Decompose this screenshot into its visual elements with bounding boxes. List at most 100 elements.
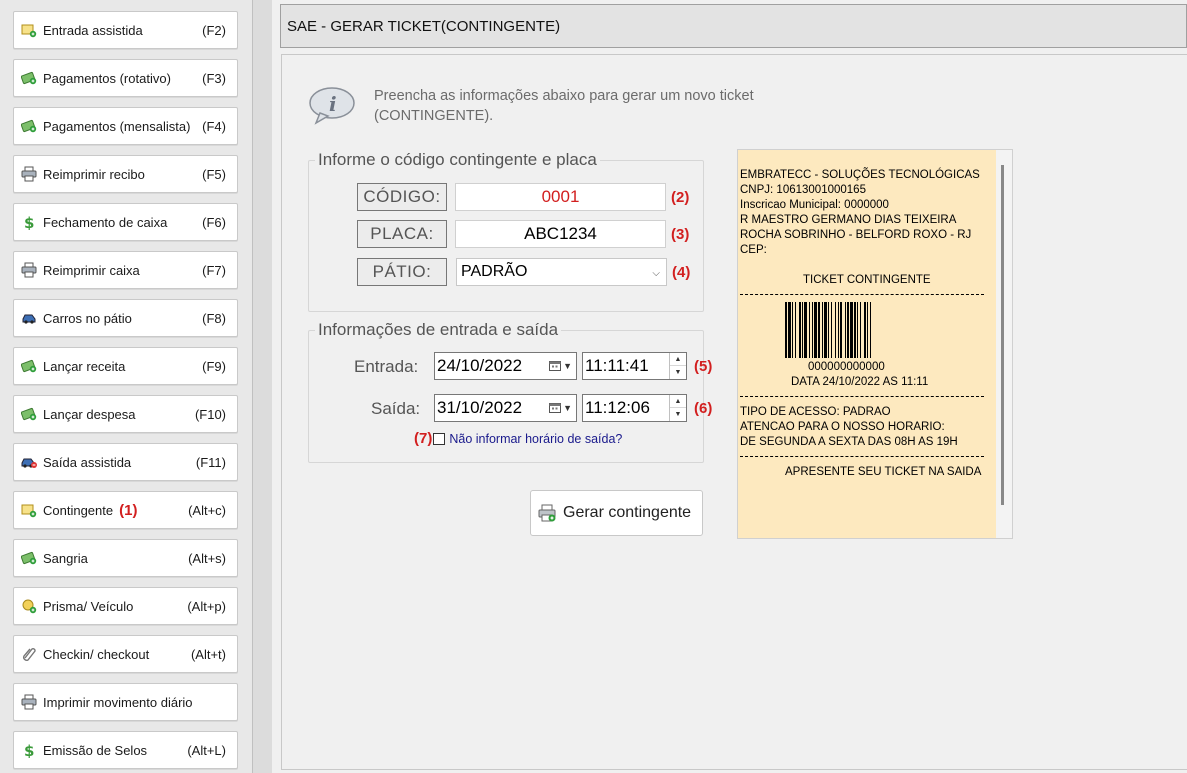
sidebar-item-lancar-despesa[interactable]: Lançar despesa (F10) bbox=[13, 395, 238, 433]
patio-label: PÁTIO: bbox=[357, 258, 447, 286]
sidebar-item-label: Reimprimir caixa bbox=[43, 262, 140, 278]
sidebar-item-label: Fechamento de caixa bbox=[43, 214, 168, 230]
calendar-icon[interactable]: ▼ bbox=[549, 360, 572, 371]
spin-down-icon[interactable]: ▼ bbox=[670, 408, 686, 421]
sidebar-item-entrada-assistida[interactable]: Entrada assistida (F2) bbox=[13, 11, 238, 49]
chevron-down-icon: ⌵ bbox=[652, 268, 660, 279]
sidebar-item-label: Prisma/ Veículo bbox=[43, 598, 134, 614]
dollar-icon: $ bbox=[21, 742, 37, 758]
entrada-time-input[interactable]: 11:11:41 ▲ ▼ bbox=[582, 352, 687, 380]
money-icon bbox=[21, 358, 37, 374]
sidebar-item-label: Lançar receita bbox=[43, 358, 126, 374]
generate-contingent-label: Gerar contingente bbox=[563, 504, 692, 521]
sidebar-item-emissao-de-selos[interactable]: $ Emissão de Selos (Alt+L) bbox=[13, 731, 238, 769]
placa-label: PLACA: bbox=[357, 220, 447, 248]
saida-label: Saída: bbox=[371, 399, 421, 418]
codigo-group-legend: Informe o código contingente e placa bbox=[318, 150, 597, 169]
sidebar-item-carros-no-patio[interactable]: Carros no pátio (F8) bbox=[13, 299, 238, 337]
ticket-in-icon bbox=[21, 22, 37, 38]
sidebar-item-reimprimir-recibo[interactable]: Reimprimir recibo (F5) bbox=[13, 155, 238, 193]
sidebar-item-shortcut: (F7) bbox=[202, 262, 226, 278]
no-exit-time-checkbox[interactable] bbox=[433, 432, 446, 445]
generate-contingent-button[interactable]: Gerar contingente bbox=[530, 490, 703, 536]
codigo-input[interactable]: 0001 bbox=[455, 183, 666, 211]
sidebar-item-lancar-receita[interactable]: Lançar receita (F9) bbox=[13, 347, 238, 385]
entrada-date-picker[interactable]: 24/10/2022 ▼ bbox=[434, 352, 577, 380]
sidebar-item-label: Checkin/ checkout bbox=[43, 646, 150, 662]
sidebar-item-label: Emissão de Selos bbox=[43, 742, 148, 758]
sidebar-item-shortcut: (F9) bbox=[202, 358, 226, 374]
printer-icon bbox=[21, 694, 37, 710]
saida-date-picker[interactable]: 31/10/2022 ▼ bbox=[434, 394, 577, 422]
no-exit-time-row: (7) Não informar horário de saída? bbox=[414, 430, 622, 447]
info-text: Preencha as informações abaixo para gera… bbox=[374, 86, 754, 126]
sidebar-item-imprimir-movimento-diario[interactable]: Imprimir movimento diário bbox=[13, 683, 238, 721]
sidebar-item-badge: (1) bbox=[119, 501, 138, 519]
spin-up-icon[interactable]: ▲ bbox=[670, 395, 686, 408]
sidebar-item-reimprimir-caixa[interactable]: Reimprimir caixa (F7) bbox=[13, 251, 238, 289]
info-line-2: (CONTINGENTE). bbox=[374, 108, 494, 124]
sidebar-item-pagamentos-mensalista[interactable]: Pagamentos (mensalista) (F4) bbox=[13, 107, 238, 145]
sidebar-item-label: Entrada assistida bbox=[43, 22, 143, 38]
info-line-1: Preencha as informações abaixo para gera… bbox=[374, 88, 754, 104]
entrada-label: Entrada: bbox=[354, 357, 419, 376]
ticket-address2: ROCHA SOBRINHO - BELFORD ROXO - RJ bbox=[740, 229, 972, 241]
sidebar-item-sangria[interactable]: Sangria (Alt+s) bbox=[13, 539, 238, 577]
money-icon bbox=[21, 550, 37, 566]
ticket-company: EMBRATECC - SOLUÇÕES TECNOLÓGICAS bbox=[740, 169, 980, 181]
sidebar-item-label: Reimprimir recibo bbox=[43, 166, 145, 182]
ticket-cnpj: CNPJ: 10613001000165 bbox=[740, 184, 866, 196]
spin-down-icon[interactable]: ▼ bbox=[670, 366, 686, 379]
entrada-time-spinner[interactable]: ▲ ▼ bbox=[669, 353, 686, 379]
patio-select[interactable]: PADRÃO ⌵ bbox=[456, 258, 667, 286]
calendar-icon[interactable]: ▼ bbox=[549, 402, 572, 413]
ticket-inscricao: Inscricao Municipal: 0000000 bbox=[740, 199, 889, 211]
sidebar-item-pagamentos-rotativo[interactable]: Pagamentos (rotativo) (F3) bbox=[13, 59, 238, 97]
ticket-divider bbox=[740, 456, 984, 457]
entrada-badge: (5) bbox=[694, 358, 713, 375]
sidebar-item-label: Pagamentos (mensalista) bbox=[43, 118, 191, 134]
saida-date-value: 31/10/2022 bbox=[437, 398, 523, 417]
sidebar-item-label: Carros no pátio bbox=[43, 310, 132, 326]
car-icon bbox=[21, 310, 37, 326]
sidebar-item-shortcut: (F4) bbox=[202, 118, 226, 134]
sidebar-item-shortcut: (F3) bbox=[202, 70, 226, 86]
printer-icon bbox=[21, 166, 37, 182]
sidebar-splitter[interactable] bbox=[252, 0, 272, 773]
saida-badge: (6) bbox=[694, 400, 713, 417]
sidebar-item-label: Sangria bbox=[43, 550, 88, 566]
barcode-image bbox=[785, 302, 871, 358]
ticket-cep: CEP: bbox=[740, 244, 767, 256]
money-icon bbox=[21, 406, 37, 422]
sidebar-item-shortcut: (F10) bbox=[194, 406, 226, 422]
patio-select-value: PADRÃO bbox=[461, 263, 528, 280]
sidebar-item-checkin-checkout[interactable]: Checkin/ checkout (Alt+t) bbox=[13, 635, 238, 673]
svg-text:$: $ bbox=[24, 214, 34, 230]
sidebar-item-shortcut: (F11) bbox=[195, 454, 226, 470]
entrada-saida-legend: Informações de entrada e saída bbox=[318, 320, 559, 339]
ticket-footer: APRESENTE SEU TICKET NA SAIDA bbox=[785, 466, 982, 478]
ticket-in-icon bbox=[21, 502, 37, 518]
saida-time-spinner[interactable]: ▲ ▼ bbox=[669, 395, 686, 421]
ticket-scrollbar[interactable] bbox=[1001, 165, 1004, 505]
saida-time-value: 11:12:06 bbox=[585, 398, 650, 417]
sidebar-item-fechamento-de-caixa[interactable]: $ Fechamento de caixa (F6) bbox=[13, 203, 238, 241]
no-exit-time-label[interactable]: Não informar horário de saída? bbox=[449, 432, 622, 446]
placa-input[interactable]: ABC1234 bbox=[455, 220, 666, 248]
info-icon: i bbox=[309, 87, 355, 125]
paperclip-icon bbox=[21, 646, 37, 662]
placa-badge: (3) bbox=[671, 226, 690, 243]
sidebar-item-shortcut: (F2) bbox=[202, 22, 226, 38]
sidebar-item-contingente[interactable]: Contingente (1) (Alt+c) bbox=[13, 491, 238, 529]
sidebar-item-shortcut: (F5) bbox=[202, 166, 226, 182]
saida-time-input[interactable]: 11:12:06 ▲ ▼ bbox=[582, 394, 687, 422]
spin-up-icon[interactable]: ▲ bbox=[670, 353, 686, 366]
sidebar-item-saida-assistida[interactable]: Saída assistida (F11) bbox=[13, 443, 238, 481]
sidebar-item-shortcut: (Alt+L) bbox=[187, 742, 226, 758]
sidebar-item-shortcut: (Alt+c) bbox=[188, 502, 226, 518]
printer-icon bbox=[21, 262, 37, 278]
dollar-icon: $ bbox=[21, 214, 37, 230]
ticket-divider bbox=[740, 294, 984, 295]
sidebar-item-shortcut: (Alt+p) bbox=[187, 598, 226, 614]
sidebar-item-prisma-veiculo[interactable]: Prisma/ Veículo (Alt+p) bbox=[13, 587, 238, 625]
